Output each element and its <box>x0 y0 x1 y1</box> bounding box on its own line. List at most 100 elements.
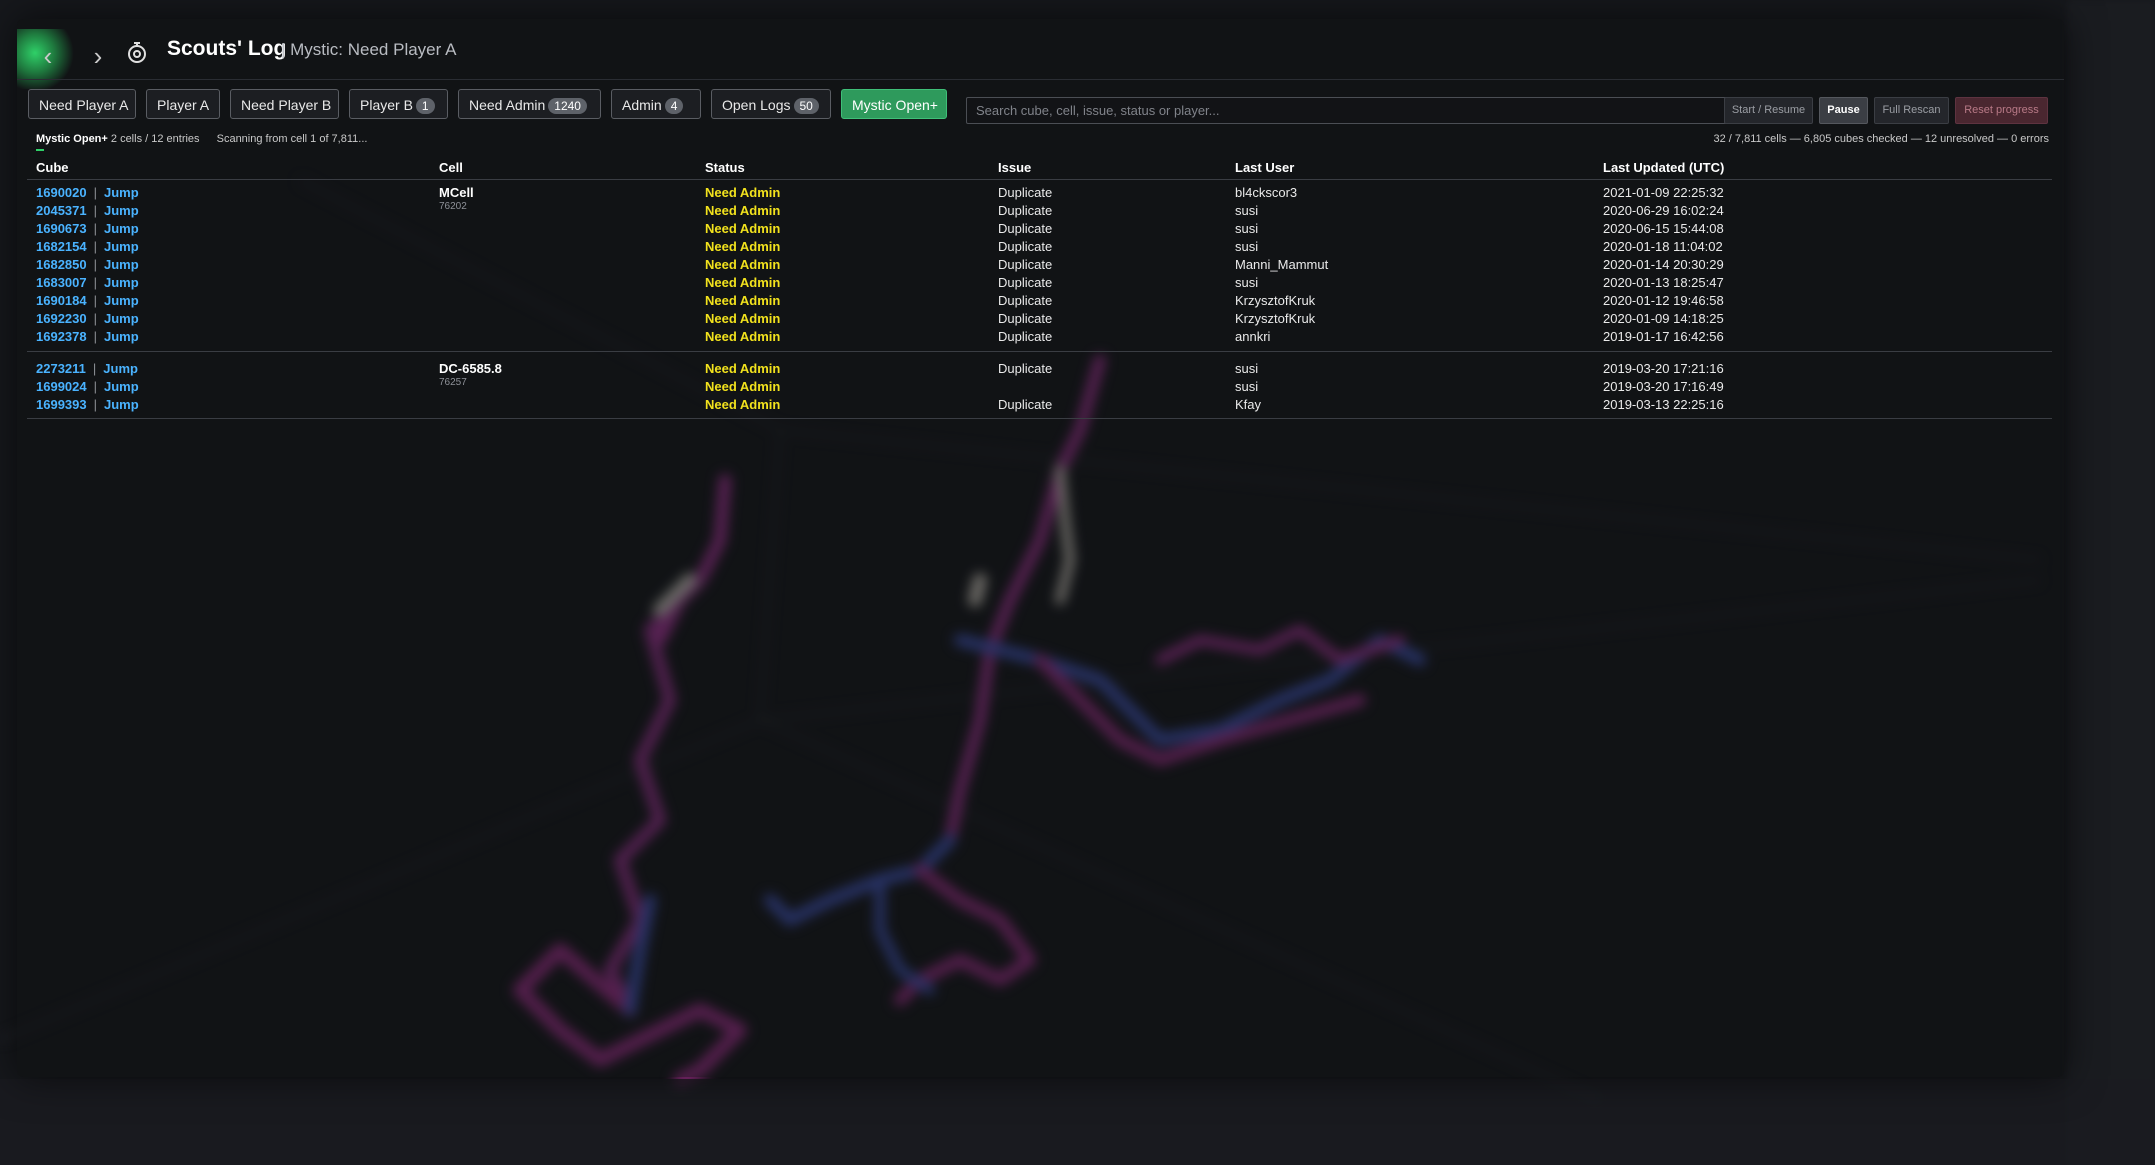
tab-need-player-b[interactable]: Need Player B <box>230 89 339 119</box>
cell-group: 1690020 | Jump MCell 76202 Need Admin Duplicat… <box>27 180 2052 352</box>
cube-id-link[interactable]: 1682850 <box>36 257 87 272</box>
cube-cell: 2273211 | Jump <box>36 361 138 376</box>
tab-need-player-a[interactable]: Need Player A <box>28 89 136 119</box>
jump-link[interactable]: Jump <box>104 397 139 412</box>
last-updated-value: 2020-01-12 19:46:58 <box>1603 293 1724 308</box>
col-cell: Cell <box>439 160 463 175</box>
last-user-value: susi <box>1235 239 1259 254</box>
table-row: 1683007 | Jump Need Admin Duplicate susi 2020-… <box>27 273 2052 291</box>
separator: | <box>93 275 98 290</box>
jump-link[interactable]: Jump <box>104 203 139 218</box>
last-user-value: susi <box>1235 361 1259 376</box>
separator: | <box>93 239 98 254</box>
cube-cell: 1683007 | Jump <box>36 275 139 290</box>
tab-need-admin[interactable]: Need Admin 1240 <box>458 89 601 119</box>
table-row: 1690184 | Jump Need Admin Duplicate Krzysztof… <box>27 291 2052 309</box>
status-counts: 2 cells / 12 entries <box>110 133 200 145</box>
last-updated-value: 2019-03-20 17:21:16 <box>1603 361 1724 376</box>
jump-link[interactable]: Jump <box>103 361 138 376</box>
dialog-title: Scouts' Log <box>167 37 287 60</box>
status-value: Need Admin <box>705 185 781 200</box>
last-updated-value: 2020-01-18 11:04:02 <box>1603 239 1723 254</box>
separator: | <box>93 397 98 412</box>
cube-cell: 1690673 | Jump <box>36 221 139 236</box>
scan-progress-bar <box>36 149 44 151</box>
table-row: 2045371 | Jump Need Admin Duplicate susi 2020-… <box>27 201 2052 219</box>
tab-player-b[interactable]: Player B1 <box>349 89 448 119</box>
issue-value: Duplicate <box>998 361 1053 376</box>
issue-value: Duplicate <box>998 397 1053 412</box>
jump-link[interactable]: Jump <box>104 239 139 254</box>
col-last-updated: Last Updated (UTC) <box>1603 160 1725 175</box>
start-resume-button[interactable]: Start / Resume <box>1724 97 1813 124</box>
back-button[interactable]: ‹ <box>37 43 59 69</box>
tab-label: Player B <box>360 97 413 113</box>
jump-link[interactable]: Jump <box>104 329 139 344</box>
tab-label: Open Logs <box>722 97 791 113</box>
status-value: Need Admin <box>705 257 781 272</box>
table-header: Cube Cell Status Issue Last User Last Up… <box>27 156 2052 180</box>
table-row: 1682154 | Jump Need Admin Duplicate susi 2020-… <box>27 237 2052 255</box>
last-updated-value: 2019-03-13 22:25:16 <box>1603 397 1724 412</box>
cube-id-link[interactable]: 1690673 <box>36 221 87 236</box>
jump-link[interactable]: Jump <box>104 379 139 394</box>
cube-id-link[interactable]: 1690020 <box>36 185 87 200</box>
issue-value: Duplicate <box>998 239 1053 254</box>
last-user-value: susi <box>1235 275 1259 290</box>
last-user-value: KrzysztofKruk <box>1235 311 1316 326</box>
cube-id-link[interactable]: 1692378 <box>36 329 87 344</box>
jump-link[interactable]: Jump <box>104 293 139 308</box>
jump-link[interactable]: Jump <box>104 185 139 200</box>
cube-cell: 1692378 | Jump <box>36 329 139 344</box>
col-issue: Issue <box>998 160 1032 175</box>
jump-link[interactable]: Jump <box>104 257 139 272</box>
results-table: Cube Cell Status Issue Last User Last Up… <box>27 156 2052 419</box>
cube-id-link[interactable]: 1699024 <box>36 379 87 394</box>
tab-admin[interactable]: Admin 4 <box>611 89 701 119</box>
cube-id-link[interactable]: 1692230 <box>36 311 87 326</box>
issue-value: Duplicate <box>998 257 1053 272</box>
tab-label: Player A <box>157 97 210 113</box>
status-value: Need Admin <box>705 221 781 236</box>
bottom-bar-blurred <box>0 1079 2155 1165</box>
jump-link[interactable]: Jump <box>104 221 139 236</box>
last-updated-value: 2021-01-09 22:25:32 <box>1603 185 1724 200</box>
status-summary: Mystic Open+ 2 cells / 12 entries Scanni… <box>36 133 367 145</box>
cube-id-link[interactable]: 1690184 <box>36 293 87 308</box>
separator: | <box>93 293 98 308</box>
cube-id-link[interactable]: 1699393 <box>36 397 87 412</box>
issue-value: Duplicate <box>998 293 1053 308</box>
separator: | <box>92 361 97 376</box>
last-updated-value: 2019-01-17 16:42:56 <box>1603 329 1724 344</box>
forward-button[interactable]: › <box>87 43 109 69</box>
cube-cell: 1690184 | Jump <box>36 293 139 308</box>
search-input[interactable] <box>966 97 1731 124</box>
cube-cell: 1682850 | Jump <box>36 257 139 272</box>
jump-link[interactable]: Jump <box>104 275 139 290</box>
tab-open-logs[interactable]: Open Logs 50 <box>711 89 831 119</box>
cube-cell: 1699393 | Jump <box>36 397 139 412</box>
issue-value: Duplicate <box>998 221 1053 236</box>
cube-id-link[interactable]: 1682154 <box>36 239 87 254</box>
table-row: 1692378 | Jump Need Admin Duplicate annkri 201… <box>27 327 2052 345</box>
status-value: Need Admin <box>705 361 781 376</box>
table-row: 1692230 | Jump Need Admin Duplicate Krzysztof… <box>27 309 2052 327</box>
cube-id-link[interactable]: 1683007 <box>36 275 87 290</box>
reset-progress-button[interactable]: Reset progress <box>1955 97 2048 124</box>
table-row: 1682850 | Jump Need Admin Duplicate Manni_Mam… <box>27 255 2052 273</box>
scan-status: Scanning from cell 1 of 7,811... <box>216 133 368 145</box>
table-row: 1699393 | Jump Need Admin Duplicate Kfay 2019-… <box>27 395 2052 413</box>
tab-mystic-open-plus[interactable]: Mystic Open+ <box>841 89 947 119</box>
full-rescan-button[interactable]: Full Rescan <box>1874 97 1949 124</box>
jump-link[interactable]: Jump <box>104 311 139 326</box>
col-cube: Cube <box>36 160 69 175</box>
last-user-value: susi <box>1235 379 1259 394</box>
last-updated-value: 2020-01-14 20:30:29 <box>1603 257 1724 272</box>
tab-label: Need Player A <box>39 97 129 113</box>
last-updated-value: 2019-03-20 17:16:49 <box>1603 379 1724 394</box>
tab-player-a[interactable]: Player A <box>146 89 220 119</box>
pause-button[interactable]: Pause <box>1819 97 1868 124</box>
cube-id-link[interactable]: 2273211 <box>36 361 86 376</box>
cube-cell: 1682154 | Jump <box>36 239 139 254</box>
cube-id-link[interactable]: 2045371 <box>36 203 87 218</box>
